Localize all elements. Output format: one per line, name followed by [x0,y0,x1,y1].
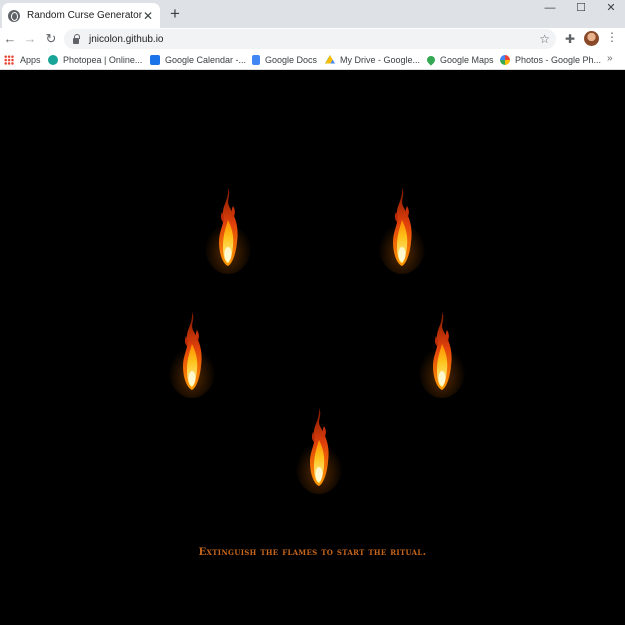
extensions-puzzle-icon[interactable]: ✚ [565,32,575,46]
flame-icon [295,408,343,494]
photos-pinwheel-icon [500,55,510,65]
bookmarks-overflow-icon[interactable]: » [607,53,613,64]
ritual-instruction: Extinguish the flames to start the ritua… [198,547,427,558]
reload-button[interactable]: ↻ [42,30,60,48]
bookmark-apps[interactable]: Apps [4,53,41,67]
docs-icon [252,55,260,65]
bookmark-my-drive[interactable]: My Drive - Google... [325,53,420,67]
profile-avatar[interactable] [584,31,599,46]
bookmark-label: Google Maps [440,55,494,65]
close-tab-icon[interactable]: ✕ [142,9,154,23]
maximize-button[interactable]: ☐ [566,0,596,16]
drive-icon [325,55,335,64]
bookmark-star-icon[interactable]: ☆ [539,32,550,46]
bookmark-google-calendar[interactable]: Google Calendar -... [150,53,246,67]
bookmark-google-docs[interactable]: Google Docs [252,53,317,67]
lock-icon[interactable] [73,33,80,44]
ritual-page: Extinguish the flames to start the ritua… [0,71,625,625]
bookmarks-bar: Apps Photopea | Online... Google Calenda… [0,50,625,70]
flame-middle-left[interactable] [167,308,217,398]
new-tab-button[interactable]: + [166,5,184,23]
close-window-button[interactable]: ✕ [596,0,625,16]
flame-top-right[interactable] [377,184,427,274]
bookmark-google-photos[interactable]: Photos - Google Ph... [500,53,601,67]
bookmark-google-maps[interactable]: Google Maps [425,53,494,67]
calendar-icon [150,55,160,65]
flame-top-left[interactable] [203,184,253,274]
kebab-menu-icon[interactable]: ⋮ [606,30,618,44]
flame-middle-right[interactable] [417,308,467,398]
photopea-icon [48,55,58,65]
tab-title: Random Curse Generator [27,10,143,21]
bookmark-label: Google Docs [265,55,318,65]
address-bar[interactable]: jnicolon.github.io ☆ [64,29,556,49]
tab-random-curse-generator[interactable]: Random Curse Generator ✕ [2,3,160,28]
bookmark-label: Google Calendar -... [165,55,247,65]
tab-strip: Random Curse Generator ✕ + — ☐ ✕ [0,0,625,28]
forward-button[interactable]: → [21,30,39,48]
bookmark-label: My Drive - Google... [340,55,421,65]
bookmark-label: Apps [20,55,41,65]
back-button[interactable]: ← [1,30,19,48]
browser-toolbar: ← → ↻ jnicolon.github.io ☆ ✚ ⋮ [0,28,625,50]
bookmark-label: Photopea | Online... [63,55,143,65]
url-text[interactable]: jnicolon.github.io [89,34,539,45]
flame-icon [378,188,426,274]
flame-icon [418,312,466,398]
bookmark-photopea[interactable]: Photopea | Online... [48,53,142,67]
globe-icon [8,9,20,22]
apps-grid-icon [4,55,14,65]
minimize-button[interactable]: — [535,0,565,16]
bookmark-label: Photos - Google Ph... [515,55,602,65]
flame-icon [204,188,252,274]
flame-icon [168,312,216,398]
maps-pin-icon [425,54,437,66]
flame-bottom-center[interactable] [294,404,344,494]
